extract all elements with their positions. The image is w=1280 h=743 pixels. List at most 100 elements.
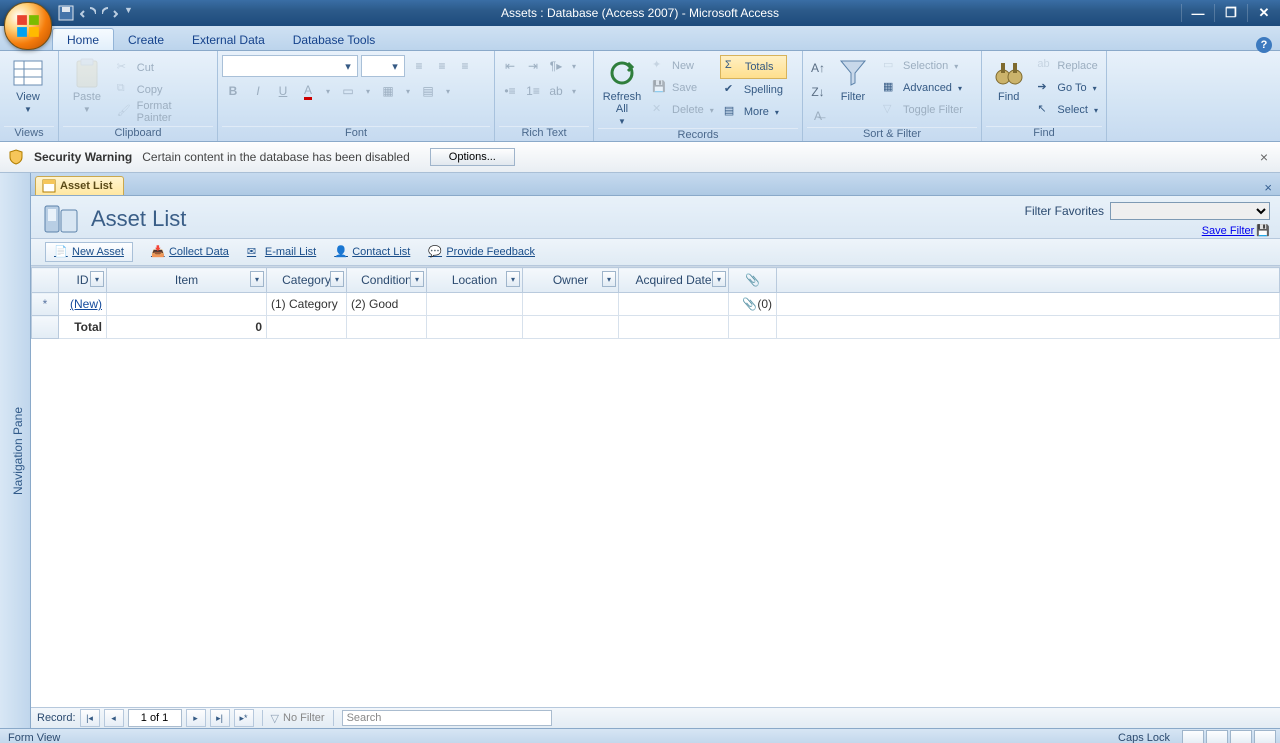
qat-customize-icon[interactable]: ▼ [124,5,140,21]
highlight-button[interactable]: ab [545,80,567,102]
col-category[interactable]: Category▾ [267,268,347,293]
delete-record-button[interactable]: ✕Delete▾ [648,99,718,121]
cell-acquired[interactable] [619,293,729,316]
col-location[interactable]: Location▾ [427,268,523,293]
datasheet-view-button[interactable] [1206,730,1228,743]
first-record-button[interactable]: |◂ [80,709,100,727]
minimize-button[interactable]: — [1181,4,1214,22]
align-left-button[interactable]: ≡ [408,55,430,77]
cell-condition[interactable]: (2) Good [347,293,427,316]
chevron-down-icon[interactable]: ▾ [712,271,726,287]
cell-owner[interactable] [523,293,619,316]
close-button[interactable]: ✕ [1247,4,1280,22]
alt-row-color-button[interactable]: ▤ [417,80,439,102]
text-dir-arrow[interactable]: ▾ [568,55,580,77]
underline-button[interactable]: U [272,80,294,102]
new-asset-link[interactable]: 📄New Asset [45,242,133,262]
align-right-button[interactable]: ≡ [454,55,476,77]
filter-favorites-select[interactable] [1110,202,1270,220]
cell-category[interactable]: (1) Category [267,293,347,316]
col-item[interactable]: Item▾ [107,268,267,293]
contact-list-link[interactable]: 👤Contact List [334,245,410,259]
cell-location[interactable] [427,293,523,316]
select-button[interactable]: ↖Select▾ [1033,99,1102,121]
sort-desc-button[interactable]: Z↓ [807,81,829,103]
datasheet[interactable]: ID▾ Item▾ Category▾ Condition▾ Location▾… [31,266,1280,707]
office-button[interactable] [4,2,52,50]
col-acquired-date[interactable]: Acquired Date▾ [619,268,729,293]
cell-attachments[interactable]: 📎(0) [729,293,777,316]
col-id[interactable]: ID▾ [59,268,107,293]
toggle-filter-button[interactable]: ▽Toggle Filter [879,99,967,121]
navigation-pane[interactable]: » Navigation Pane [0,173,31,728]
save-filter-link[interactable]: Save Filter [1202,225,1255,237]
advanced-button[interactable]: ▦Advanced▾ [879,77,967,99]
tab-create[interactable]: Create [114,29,178,50]
save-record-button[interactable]: 💾Save [648,77,718,99]
chevron-down-icon[interactable]: ▾ [250,271,264,287]
italic-button[interactable]: I [247,80,269,102]
provide-feedback-link[interactable]: 💬Provide Feedback [428,245,535,259]
cell-item[interactable] [107,293,267,316]
next-record-button[interactable]: ▸ [186,709,206,727]
col-attachments[interactable]: 📎 [729,268,777,293]
design-view-button[interactable] [1254,730,1276,743]
last-record-button[interactable]: ▸| [210,709,230,727]
increase-indent-button[interactable]: ⇥ [522,55,544,77]
col-owner[interactable]: Owner▾ [523,268,619,293]
clear-sort-button[interactable]: A̶ [807,105,829,127]
spelling-button[interactable]: ✔Spelling [720,79,787,101]
save-icon[interactable] [58,5,74,21]
undo-icon[interactable] [80,5,96,21]
chevron-down-icon[interactable]: ▾ [90,271,104,287]
cut-button[interactable]: ✂Cut [113,57,213,79]
view-button[interactable]: View ▼ [4,55,52,116]
chevron-down-icon[interactable]: ▾ [330,271,344,287]
sort-asc-button[interactable]: A↑ [807,57,829,79]
options-button[interactable]: Options... [430,148,515,166]
highlight-arrow[interactable]: ▾ [568,80,580,102]
align-center-button[interactable]: ≡ [431,55,453,77]
ltr-button[interactable]: ¶▸ [545,55,567,77]
maximize-button[interactable]: ❐ [1214,4,1247,22]
chevron-down-icon[interactable]: ▾ [602,271,616,287]
format-painter-button[interactable]: 🖌Format Painter [113,101,213,123]
new-record-button[interactable]: ✦New [648,55,718,77]
chevron-down-icon[interactable]: ▾ [506,271,520,287]
font-color-arrow[interactable]: ▾ [322,80,334,102]
new-id-link[interactable]: (New) [70,297,102,311]
bullets-button[interactable]: •≡ [499,80,521,102]
messagebar-close-button[interactable]: × [1256,149,1272,165]
copy-button[interactable]: ⧉Copy [113,79,213,101]
fill-color-arrow[interactable]: ▾ [362,80,374,102]
email-list-link[interactable]: ✉E-mail List [247,245,316,259]
search-input[interactable] [342,710,552,726]
more-button[interactable]: ▤More▾ [720,101,787,123]
font-name-combo[interactable]: ▾ [222,55,358,77]
fill-color-button[interactable]: ▭ [337,80,359,102]
form-view-button[interactable] [1182,730,1204,743]
new-record-row[interactable]: * (New) (1) Category (2) Good 📎(0) [32,293,1280,316]
layout-view-button[interactable] [1230,730,1252,743]
totals-button[interactable]: ΣTotals [720,55,787,79]
prev-record-button[interactable]: ◂ [104,709,124,727]
alt-row-arrow[interactable]: ▾ [442,80,454,102]
select-all-corner[interactable] [32,268,59,293]
row-selector[interactable]: * [32,293,59,316]
gridlines-arrow[interactable]: ▾ [402,80,414,102]
current-record-field[interactable] [128,709,182,727]
paste-button[interactable]: Paste ▼ [63,55,111,116]
object-tab-asset-list[interactable]: Asset List [35,176,124,195]
font-size-combo[interactable]: ▾ [361,55,405,77]
tab-home[interactable]: Home [52,28,114,50]
redo-icon[interactable] [102,5,118,21]
filter-button[interactable]: Filter [829,55,877,105]
find-button[interactable]: Find [986,55,1031,105]
goto-button[interactable]: ➔Go To▾ [1033,77,1102,99]
decrease-indent-button[interactable]: ⇤ [499,55,521,77]
tab-database-tools[interactable]: Database Tools [279,29,390,50]
refresh-all-button[interactable]: Refresh All ▼ [598,55,646,128]
collect-data-link[interactable]: 📥Collect Data [151,245,229,259]
numbering-button[interactable]: 1≡ [522,80,544,102]
bold-button[interactable]: B [222,80,244,102]
